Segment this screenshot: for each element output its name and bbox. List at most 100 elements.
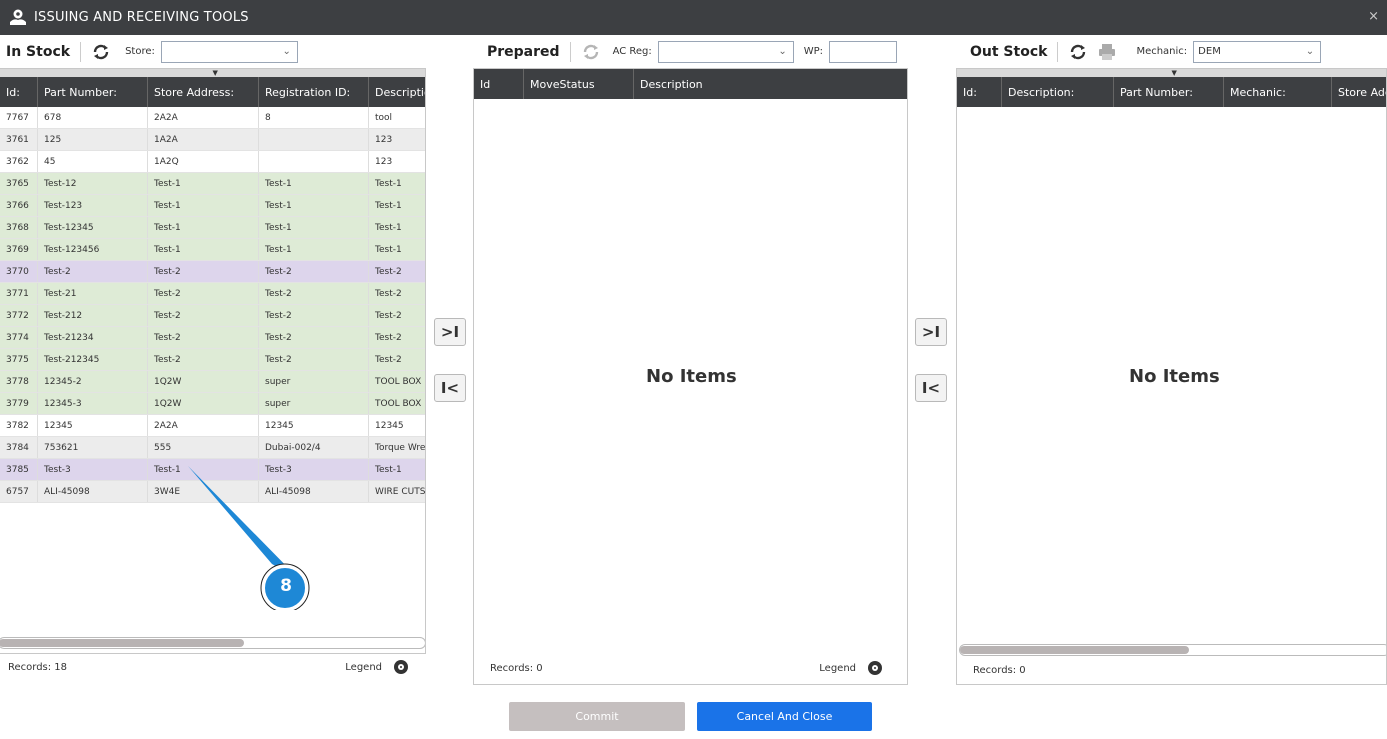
table-row[interactable]: 3769 Test-123456 Test-1 Test-1 Test-1	[0, 239, 425, 261]
cell-store-address: 2A2A	[148, 107, 259, 128]
in-stock-grid-header: Id: Part Number: Store Address: Registra…	[0, 77, 425, 107]
cancel-and-close-button[interactable]: Cancel And Close	[697, 702, 872, 731]
chevron-down-icon: ⌄	[282, 45, 291, 57]
cell-id: 3774	[0, 327, 38, 348]
col-id[interactable]: Id:	[0, 77, 38, 107]
cell-description: TOOL BOX	[375, 377, 422, 387]
table-row[interactable]: 7767 678 2A2A 8 tool	[0, 107, 425, 129]
prepared-title: Prepared	[487, 43, 560, 60]
out-stock-header: Out Stock Mechanic: DEM ⌄	[970, 35, 1387, 68]
cell-description: Test-2	[375, 289, 402, 299]
cell-id: 3779	[0, 393, 38, 414]
cell-registration-id	[259, 129, 369, 150]
legend-eye-icon[interactable]	[394, 660, 408, 674]
table-row[interactable]: 3784 753621 555 Dubai-002/4 Torque Wren	[0, 437, 425, 459]
col-part-number[interactable]: Part Number:	[1114, 77, 1224, 107]
col-description[interactable]: Description	[369, 77, 425, 107]
cell-description: Test-2	[375, 333, 402, 343]
cell-registration-id: Test-2	[259, 261, 369, 282]
cell-description: Test-1	[375, 465, 402, 475]
move-to-out-stock-button[interactable]: >I	[915, 318, 947, 346]
cell-description: 123	[375, 157, 393, 167]
scrollbar-thumb[interactable]	[0, 639, 244, 647]
cell-registration-id: Test-2	[259, 327, 369, 348]
out-stock-records: Records: 0	[973, 664, 1026, 676]
table-row[interactable]: 3765 Test-12 Test-1 Test-1 Test-1	[0, 173, 425, 195]
table-row[interactable]: 3775 Test-212345 Test-2 Test-2 Test-2	[0, 349, 425, 371]
sort-down-icon: ▼	[1171, 69, 1177, 77]
move-back-to-prepared-button[interactable]: I<	[915, 374, 947, 402]
mechanic-select[interactable]: DEM ⌄	[1193, 40, 1322, 63]
cell-id: 3765	[0, 173, 38, 194]
table-row[interactable]: 3770 Test-2 Test-2 Test-2 Test-2	[0, 261, 425, 283]
out-stock-empty-text: No Items	[1129, 366, 1220, 387]
cell-id: 3766	[0, 195, 38, 216]
wp-input[interactable]	[829, 40, 898, 63]
chevron-down-icon: ⌄	[778, 45, 787, 57]
refresh-icon[interactable]	[581, 42, 601, 62]
cell-store-address: Test-2	[148, 261, 259, 282]
printer-icon[interactable]	[1098, 43, 1116, 61]
cell-id: 3772	[0, 305, 38, 326]
col-description[interactable]: Description:	[1002, 77, 1114, 107]
cell-store-address: Test-1	[148, 173, 259, 194]
table-row[interactable]: 3772 Test-212 Test-2 Test-2 Test-2	[0, 305, 425, 327]
col-part-number[interactable]: Part Number:	[38, 77, 148, 107]
close-icon[interactable]: ×	[1368, 9, 1379, 24]
col-move-status[interactable]: MoveStatus	[524, 69, 634, 99]
divider	[1057, 41, 1059, 62]
cell-id: 3770	[0, 261, 38, 282]
cell-store-address: 2A2A	[148, 415, 259, 436]
table-row[interactable]: 3771 Test-21 Test-2 Test-2 Test-2	[0, 283, 425, 305]
prepared-footer: Records: 0 Legend	[490, 653, 890, 683]
cell-id: 3778	[0, 371, 38, 392]
commit-button[interactable]: Commit	[509, 702, 685, 731]
col-mechanic[interactable]: Mechanic:	[1224, 77, 1332, 107]
cell-part-number: Test-12345	[38, 217, 148, 238]
table-row[interactable]: 3768 Test-12345 Test-1 Test-1 Test-1	[0, 217, 425, 239]
legend-eye-icon[interactable]	[868, 661, 882, 675]
window-title: ISSUING AND RECEIVING TOOLS	[34, 10, 249, 25]
cell-part-number: Test-212345	[38, 349, 148, 370]
cell-registration-id: Test-1	[259, 239, 369, 260]
sort-bar[interactable]: ▼	[957, 69, 1386, 77]
cell-description: tool	[375, 113, 393, 123]
callout-pointer	[188, 466, 310, 610]
table-row[interactable]: 3766 Test-123 Test-1 Test-1 Test-1	[0, 195, 425, 217]
in-stock-scrollbar[interactable]	[0, 637, 425, 649]
cell-part-number: 12345	[38, 415, 148, 436]
table-row[interactable]: 3761 125 1A2A 123	[0, 129, 425, 151]
ac-reg-select[interactable]: ⌄	[657, 40, 794, 63]
cell-store-address: Test-1	[148, 239, 259, 260]
refresh-icon[interactable]	[91, 42, 111, 62]
col-id[interactable]: Id	[474, 69, 524, 99]
cell-registration-id: Test-2	[259, 283, 369, 304]
table-row[interactable]: 3774 Test-21234 Test-2 Test-2 Test-2	[0, 327, 425, 349]
scrollbar-thumb[interactable]	[960, 646, 1189, 654]
cell-store-address: Test-1	[148, 195, 259, 216]
out-stock-grid-header: Id: Description: Part Number: Mechanic: …	[957, 77, 1386, 107]
col-registration-id[interactable]: Registration ID:	[259, 77, 369, 107]
table-row[interactable]: 3762 45 1A2Q 123	[0, 151, 425, 173]
tools-logo-icon	[10, 9, 26, 25]
col-store-address[interactable]: Store Address:	[148, 77, 259, 107]
table-row[interactable]: 3779 12345-3 1Q2W super TOOL BOX	[0, 393, 425, 415]
divider	[569, 41, 571, 62]
refresh-icon[interactable]	[1068, 42, 1088, 62]
prepared-grid: Id MoveStatus Description No Items Recor…	[473, 68, 908, 685]
col-description[interactable]: Description	[634, 69, 907, 99]
prepared-grid-header: Id MoveStatus Description	[474, 69, 907, 99]
table-row[interactable]: 3782 12345 2A2A 12345 12345	[0, 415, 425, 437]
sort-bar[interactable]: ▼	[0, 69, 425, 77]
sort-down-icon: ▼	[212, 69, 218, 77]
divider	[80, 41, 82, 62]
col-id[interactable]: Id:	[957, 77, 1002, 107]
table-row[interactable]: 3778 12345-2 1Q2W super TOOL BOX	[0, 371, 425, 393]
move-back-to-stock-button[interactable]: I<	[434, 374, 466, 402]
cell-registration-id: Test-1	[259, 195, 369, 216]
col-store-address[interactable]: Store Add	[1332, 77, 1386, 107]
cell-store-address: 1A2Q	[148, 151, 259, 172]
store-select[interactable]: ⌄	[160, 40, 298, 63]
cell-id: 3761	[0, 129, 38, 150]
move-to-prepared-button[interactable]: >I	[434, 318, 466, 346]
